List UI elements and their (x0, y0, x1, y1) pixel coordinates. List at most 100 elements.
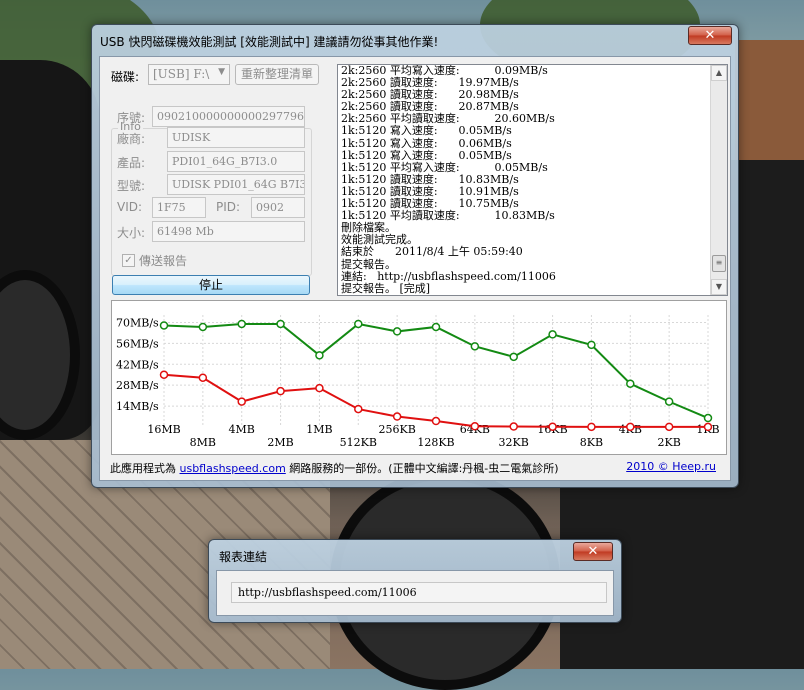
log-textbox[interactable]: 2k:2560 平均寫入速度: 0.09MB/s 2k:2560 讀取速度: 19… (337, 64, 728, 296)
send-report-label: 傳送報告 (139, 254, 188, 268)
drive-label: 磁碟: (111, 70, 140, 84)
write-speed-point (548, 422, 557, 431)
log-line: 結束於 2011/8/4 上午 05:59:40 (341, 245, 523, 259)
read-speed-point (198, 322, 208, 332)
write-speed-point (664, 422, 674, 432)
log-line: 1k:5120 寫入速度: 0.05MB/s (341, 148, 512, 162)
read-speed-point (548, 330, 557, 339)
read-speed-point (470, 342, 480, 351)
log-line: 提交報告。 (341, 257, 396, 271)
log-line: 提交報告。 [完成] (341, 281, 431, 295)
dialog-close-button[interactable]: ✕ (573, 542, 613, 561)
report-url-field[interactable]: http://usbflashspeed.com/11006 (231, 582, 607, 603)
write-speed-point (276, 386, 285, 396)
log-line: 連結: http://usbflashspeed.com/11006 (341, 269, 556, 283)
read-speed-point (276, 319, 285, 329)
write-speed-point (392, 412, 402, 421)
read-speed-point (392, 327, 402, 336)
stop-button[interactable]: 停止 (112, 275, 310, 295)
drive-select[interactable]: [USB] F:\ ▼ (148, 64, 230, 85)
write-speed-point (509, 422, 518, 431)
model-label: 型號: (117, 179, 146, 193)
main-window: USB 快閃磁碟機效能測試 [效能測試中] 建議請勿從事其他作業! ✕ 磁碟: … (91, 24, 739, 488)
vid-label: VID: (117, 200, 143, 214)
speed-chart: 70MB/s 56MB/s 42MB/s 28MB/s 14MB/s 16MB 8MB 4MB… (111, 300, 727, 455)
background-building (735, 40, 804, 160)
serial-field[interactable]: 09021000000000029779627 (152, 106, 305, 127)
x-tick-label: 2MB (267, 436, 293, 449)
scroll-up-icon[interactable]: ▲ (711, 65, 727, 81)
x-tick-label: 1MB (306, 423, 332, 436)
x-tick-label: 32KB (499, 436, 529, 449)
chevron-down-icon: ▼ (218, 67, 225, 77)
pid-label: PID: (216, 200, 241, 214)
log-line: 1k:5120 寫入速度: 0.06MB/s (341, 136, 512, 150)
write-speed-point (703, 422, 713, 432)
write-speed-point (354, 404, 363, 414)
usbflashspeed-link[interactable]: usbflashspeed.com (180, 462, 286, 475)
write-speed-point (431, 416, 441, 426)
read-speed-point (237, 319, 246, 329)
log-scrollbar[interactable]: ▲ ≡ ▼ (710, 65, 727, 295)
dialog-client: http://usbflashspeed.com/11006 (216, 570, 614, 616)
serial-label: 序號: (117, 111, 146, 125)
product-field[interactable]: PDI01_64G_B7I3.0 (167, 151, 305, 172)
footer-middle: 網路服務的一部份。(正體中文編譯:丹楓-虫二電氣診所) (289, 462, 559, 475)
drive-select-value: [USB] F:\ (153, 67, 210, 81)
read-speed-point (354, 319, 363, 329)
y-tick-label: 70MB/s (116, 316, 159, 329)
x-tick-label: 8KB (580, 436, 603, 449)
write-speed-point (315, 383, 324, 393)
write-speed-point (198, 373, 208, 382)
log-lines: 2k:2560 平均寫入速度: 0.09MB/s 2k:2560 讀取速度: 19… (341, 65, 709, 295)
speed-chart-svg: 70MB/s 56MB/s 42MB/s 28MB/s 14MB/s 16MB 8MB 4MB… (116, 315, 720, 449)
vid-field[interactable]: 1F75 (152, 197, 206, 218)
size-field[interactable]: 61498 Mb (152, 221, 305, 242)
window-title: USB 快閃磁碟機效能測試 [效能測試中] 建議請勿從事其他作業! (100, 35, 439, 49)
log-line: 1k:5120 平均讀取速度: 10.83MB/s (341, 209, 555, 223)
copyright-link[interactable]: 2010 © Heep.ru (626, 460, 716, 473)
write-speed-point (470, 422, 480, 431)
read-speed-point (159, 321, 169, 330)
x-tick-label: 256KB (378, 423, 415, 436)
read-speed-point (664, 397, 674, 406)
log-line: 1k:5120 寫入速度: 0.05MB/s (341, 124, 512, 138)
x-tick-label: 4MB (229, 423, 255, 436)
pid-field[interactable]: 0902 (251, 197, 305, 218)
read-speed-point (509, 352, 518, 362)
read-speed-point (431, 322, 441, 332)
close-button[interactable]: ✕ (688, 26, 732, 45)
size-label: 大小: (117, 226, 146, 240)
scrollbar-thumb[interactable]: ≡ (712, 255, 726, 272)
y-tick-label: 28MB/s (116, 379, 159, 392)
write-speed-point (159, 370, 169, 379)
product-label: 產品: (117, 156, 146, 170)
write-speed-point (626, 422, 635, 432)
write-speed-point (587, 422, 596, 432)
read-speed-point (315, 351, 324, 360)
scroll-down-icon[interactable]: ▼ (711, 279, 727, 295)
send-report-checkbox[interactable]: ✓ (122, 254, 135, 267)
vendor-field[interactable]: UDISK (167, 127, 305, 148)
x-tick-label: 16MB (147, 423, 180, 436)
model-field[interactable]: UDISK PDI01_64G B7I3.0 (167, 174, 305, 195)
read-speed-point (626, 379, 635, 388)
read-speed-point (703, 413, 713, 423)
rescan-button[interactable]: 重新整理清單 (235, 64, 319, 85)
y-tick-label: 56MB/s (116, 337, 159, 350)
footer: 此應用程式為 usbflashspeed.com 網路服務的一部份。(正體中文編… (110, 460, 722, 476)
y-tick-label: 42MB/s (116, 358, 159, 371)
report-link-dialog: 報表連結 ✕ http://usbflashspeed.com/11006 (208, 539, 622, 623)
y-tick-label: 14MB/s (116, 400, 159, 413)
x-tick-label: 512KB (340, 436, 377, 449)
footer-prefix: 此應用程式為 (110, 462, 180, 475)
dialog-title: 報表連結 (219, 550, 268, 564)
title-bar[interactable]: USB 快閃磁碟機效能測試 [效能測試中] 建議請勿從事其他作業! ✕ (92, 25, 738, 55)
x-tick-label: 8MB (190, 436, 216, 449)
x-tick-label: 2KB (657, 436, 680, 449)
read-speed-point (587, 340, 596, 350)
write-speed-point (237, 397, 246, 406)
vendor-label: 廠商: (117, 132, 146, 146)
x-tick-label: 128KB (417, 436, 454, 449)
window-client: 磁碟: [USB] F:\ ▼ 重新整理清單 Info 序號: 09021000… (99, 56, 731, 481)
